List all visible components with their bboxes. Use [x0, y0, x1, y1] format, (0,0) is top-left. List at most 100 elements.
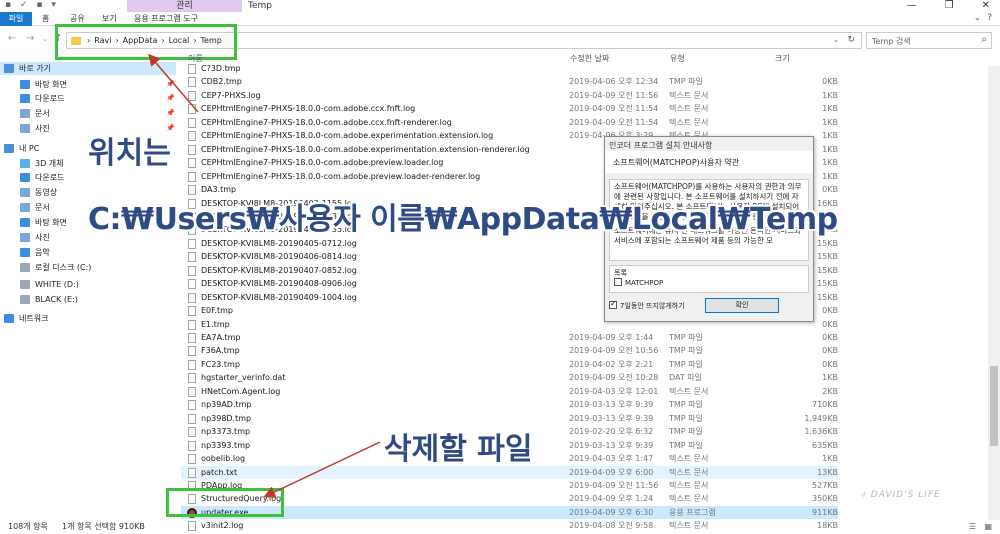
window-controls: — ❐ ✕ — [907, 0, 990, 12]
file-row[interactable]: HNetCom.Agent.log 2019-04-03 오후 12:01 텍스트 … — [181, 385, 838, 398]
file-size: 0KB — [822, 77, 838, 87]
file-row[interactable]: hgstarter_verinfo.dat 2019-04-09 오전 10:28… — [181, 371, 838, 384]
nav-item-label: 문서 — [35, 109, 50, 118]
checkbox-checked-icon[interactable] — [609, 299, 617, 309]
file-date: 2019-03-13 오후 9:39 — [569, 400, 654, 410]
tab-home[interactable]: 홈 — [42, 12, 49, 26]
nav-item[interactable]: 바탕 화면 — [20, 216, 67, 229]
dialog-list-item[interactable]: MATCHPOP — [614, 278, 804, 287]
nav-item[interactable]: 다운로드 — [20, 92, 64, 105]
close-icon[interactable]: ✕ — [982, 0, 990, 12]
file-date: 2019-04-09 오후 6:00 — [569, 467, 654, 477]
forward-arrow-icon[interactable]: → — [26, 33, 34, 44]
file-type: 텍스트 문서 — [669, 90, 709, 100]
file-name: CEP7-PHXS.log — [201, 90, 261, 100]
file-date: 2019-04-09 오전 11:54 — [569, 117, 659, 127]
nav-item[interactable]: 다운로드 — [20, 171, 64, 184]
file-row[interactable]: np39AD.tmp 2019-03-13 오후 9:39 TMP 파일 710KB — [181, 398, 838, 411]
nav-item-label: 다운로드 — [35, 94, 65, 103]
pin-icon[interactable]: 📌 — [166, 80, 175, 88]
nav-folder-icon — [20, 109, 30, 118]
file-size: 2KB — [822, 386, 838, 396]
file-icon — [188, 440, 196, 451]
maximize-icon[interactable]: ❐ — [945, 0, 954, 12]
dialog-title: 인코더 프로그램 설치 안내사항 — [609, 141, 713, 150]
tab-file[interactable]: 파일 — [0, 12, 32, 26]
file-row[interactable]: CEPHtmlEngine7-PHXS-18.0.0-com.adobe.ccx… — [181, 102, 838, 115]
refresh-icon[interactable]: ↻ — [847, 35, 855, 45]
file-icon — [188, 373, 196, 384]
expand-ribbon-icon[interactable]: ⌄ — [974, 13, 982, 23]
nav-item-label: WHITE (D:) — [35, 280, 79, 289]
management-context-tab[interactable]: 관리 — [127, 0, 242, 12]
file-type: TMP 파일 — [669, 333, 703, 342]
nav-item[interactable]: WHITE (D:) — [20, 278, 79, 291]
vertical-scrollbar[interactable] — [988, 66, 1000, 520]
dont-show-checkbox[interactable]: 7일동안 뜨지않게하기 — [609, 299, 685, 311]
nav-item[interactable]: 로컬 디스크 (C:) — [20, 261, 91, 274]
nav-item[interactable]: 네트워크 — [4, 312, 48, 325]
file-name: HNetCom.Agent.log — [201, 386, 281, 396]
file-row[interactable]: CDB2.tmp 2019-04-06 오후 12:34 TMP 파일 0KB — [181, 75, 838, 88]
file-size: 710KB — [811, 400, 838, 410]
dialog-list-item-label: MATCHPOP — [625, 279, 664, 287]
nav-item[interactable]: 음악 — [20, 246, 50, 259]
nav-item[interactable]: 바탕 화면 — [20, 78, 67, 91]
large-icons-view-icon[interactable]: ▦ — [984, 520, 992, 534]
file-type: 텍스트 문서 — [669, 104, 709, 114]
nav-folder-icon — [20, 263, 30, 272]
file-row[interactable]: EA7A.tmp 2019-04-09 오후 1:44 TMP 파일 0KB — [181, 331, 838, 344]
file-name: E0F.tmp — [201, 306, 234, 316]
file-icon — [188, 158, 196, 169]
help-icon[interactable]: ? — [987, 13, 992, 23]
file-row[interactable]: F36A.tmp 2019-04-09 오전 10:56 TMP 파일 0KB — [181, 344, 838, 357]
nav-item[interactable]: 내 PC — [4, 142, 39, 155]
pin-icon[interactable]: 📌 — [166, 94, 175, 102]
nav-item[interactable]: 3D 개체 — [20, 157, 64, 170]
nav-item[interactable]: 문서 — [20, 201, 50, 214]
scrollbar-thumb[interactable] — [990, 366, 998, 446]
search-icon: ⌕ — [981, 34, 987, 45]
file-type: TMP 파일 — [669, 359, 703, 369]
ok-button[interactable]: 확인 — [705, 298, 779, 313]
file-type: TMP 파일 — [669, 77, 703, 87]
nav-item[interactable]: 사진 — [20, 122, 50, 135]
nav-item[interactable]: 문서 — [20, 107, 50, 120]
file-type: 텍스트 문서 — [669, 386, 709, 396]
file-name: CEPHtmlEngine7-PHXS-18.0.0-com.adobe.ccx… — [201, 104, 416, 114]
file-icon — [188, 131, 196, 142]
location-annotation: 위치는 — [88, 136, 171, 171]
minimize-icon[interactable]: — — [907, 0, 917, 12]
file-row[interactable]: C?3D.tmp — [181, 62, 838, 75]
file-date: 2019-02-20 오후 6:32 — [569, 427, 654, 437]
file-icon — [188, 319, 196, 330]
quick-access-toolbar-icon[interactable]: ▪ ✓ ▪ ▾ — [5, 0, 59, 10]
file-highlight-box — [166, 488, 284, 517]
nav-item[interactable]: 바로 가기 — [0, 62, 176, 75]
search-input[interactable]: Temp 검색 ⌕ — [866, 32, 992, 49]
nav-item-label: 바탕 화면 — [35, 80, 67, 89]
address-dropdown-icon[interactable]: ⌄ — [833, 36, 839, 44]
file-icon — [188, 400, 196, 411]
file-icon — [188, 413, 196, 424]
recent-dropdown-icon[interactable]: ⌄ — [42, 35, 48, 43]
file-row[interactable]: CEP7-PHXS.log 2019-04-09 오전 11:56 텍스트 문서 1K… — [181, 89, 838, 102]
file-row[interactable]: FC23.tmp 2019-04-02 오후 2:21 TMP 파일 0KB — [181, 358, 838, 371]
nav-folder-icon — [4, 314, 14, 323]
details-view-icon[interactable]: ☰ — [969, 520, 976, 534]
file-name: CEPHtmlEngine7-PHXS-18.0.0-com.adobe.pre… — [201, 158, 444, 168]
pin-icon[interactable]: 📌 — [166, 109, 175, 117]
window-title: Temp — [248, 1, 272, 11]
nav-item[interactable]: BLACK (E:) — [20, 293, 78, 306]
file-icon — [188, 467, 196, 478]
file-size: 13KB — [817, 467, 838, 477]
file-date: 2019-04-09 오전 11:56 — [569, 480, 659, 490]
nav-item[interactable]: 사진 — [20, 231, 50, 244]
file-type: 응용 프로그램 — [669, 507, 716, 517]
checkbox-icon[interactable] — [614, 278, 622, 286]
file-row[interactable]: CEPHtmlEngine7-PHXS-18.0.0-com.adobe.ccx… — [181, 116, 838, 129]
back-arrow-icon[interactable]: ← — [8, 33, 16, 44]
file-icon — [188, 77, 196, 88]
file-name: np39AD.tmp — [201, 400, 252, 410]
nav-item[interactable]: 동영상 — [20, 186, 57, 199]
